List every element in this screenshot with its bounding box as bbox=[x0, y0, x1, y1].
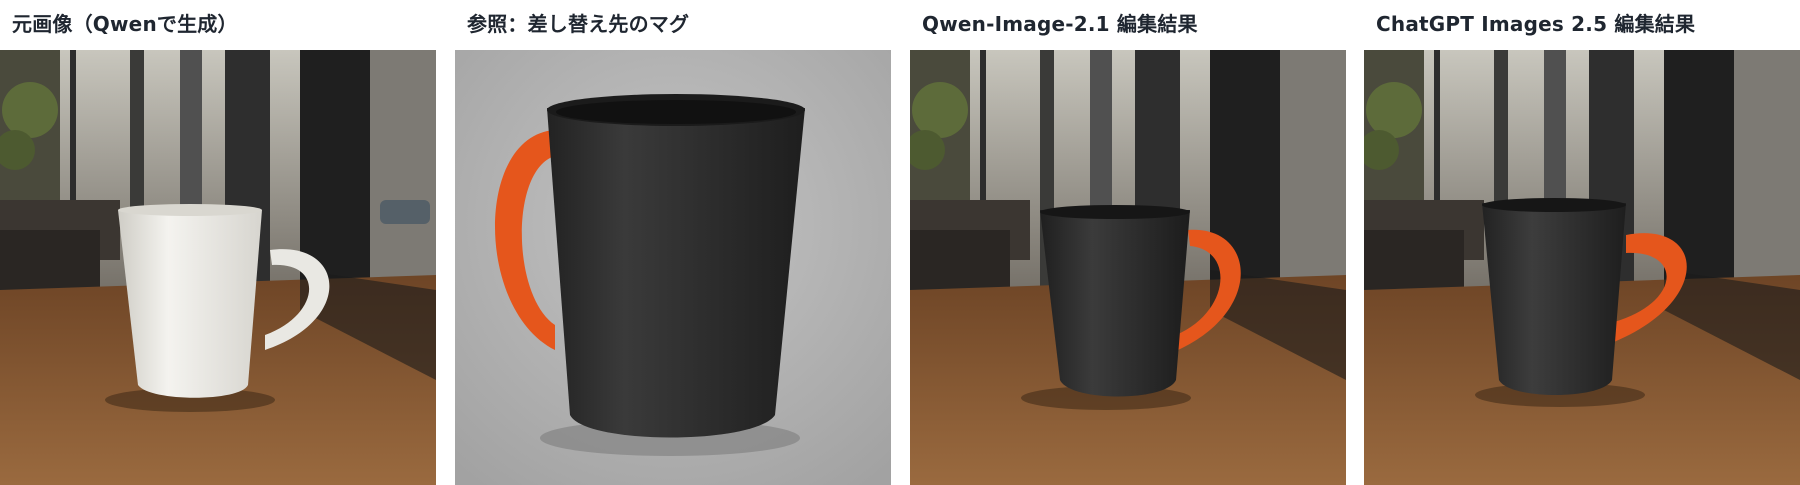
photo-original-white-mug bbox=[0, 50, 436, 485]
panel-caption: ChatGPT Images 2.5 編集結果 bbox=[1376, 12, 1696, 36]
photo-chatgpt-edit-result bbox=[1364, 50, 1800, 485]
panel-caption: Qwen-Image-2.1 編集結果 bbox=[922, 12, 1198, 36]
panel-original: 元画像（Qwenで生成） bbox=[0, 0, 436, 485]
panel-chatgpt-result: ChatGPT Images 2.5 編集結果 bbox=[1364, 0, 1800, 485]
panel-caption: 参照：差し替え先のマグ bbox=[467, 12, 690, 36]
panel-caption: 元画像（Qwenで生成） bbox=[12, 12, 238, 36]
panel-qwen-result: Qwen-Image-2.1 編集結果 bbox=[910, 0, 1346, 485]
panel-reference: 参照：差し替え先のマグ bbox=[455, 0, 891, 485]
photo-reference-black-orange-mug bbox=[455, 50, 891, 485]
photo-qwen-edit-result bbox=[910, 50, 1346, 485]
